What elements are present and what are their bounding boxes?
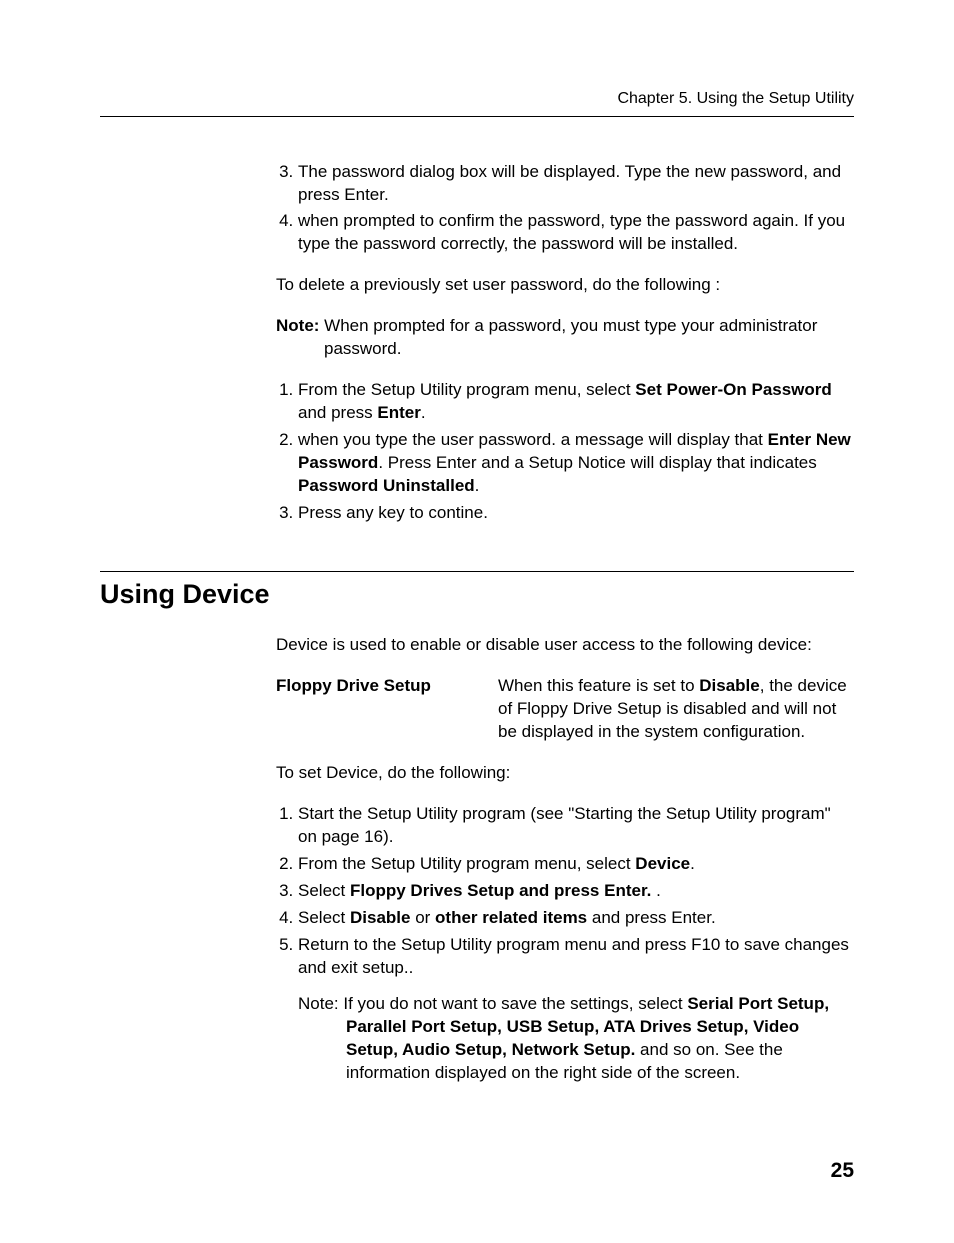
- text: .: [475, 476, 480, 495]
- list-item: The password dialog box will be displaye…: [298, 161, 854, 207]
- definition-row: Floppy Drive Setup When this feature is …: [276, 675, 854, 744]
- text: and press: [298, 403, 377, 422]
- delete-password-intro: To delete a previously set user password…: [276, 274, 854, 297]
- text: when you type the user password. a messa…: [298, 430, 768, 449]
- text: .: [690, 854, 695, 873]
- set-device-intro: To set Device, do the following:: [276, 762, 854, 785]
- text: From the Setup Utility program menu, sel…: [298, 380, 635, 399]
- bold-text: Disable: [699, 676, 759, 695]
- list-item: when you type the user password. a messa…: [298, 429, 854, 498]
- bold-text: Set Power-On Password: [635, 380, 832, 399]
- text: or: [410, 908, 435, 927]
- list-item: when prompted to confirm the password, t…: [298, 210, 854, 256]
- list-item: Press any key to contine.: [298, 502, 854, 525]
- bold-text: Floppy Drives Setup and press Enter.: [350, 881, 651, 900]
- text: .: [651, 881, 660, 900]
- definition-description: When this feature is set to Disable, the…: [498, 675, 854, 744]
- text: Select: [298, 908, 350, 927]
- definition-term: Floppy Drive Setup: [276, 675, 498, 698]
- page-number: 25: [831, 1157, 854, 1185]
- note-label: Note:: [298, 994, 339, 1013]
- bold-text: Enter: [377, 403, 420, 422]
- text: When this feature is set to: [498, 676, 699, 695]
- text: .: [421, 403, 426, 422]
- list-item: From the Setup Utility program menu, sel…: [298, 853, 854, 876]
- text: . Press Enter and a Setup Notice will di…: [378, 453, 816, 472]
- section-title: Using Device: [100, 576, 854, 612]
- note-text: When prompted for a password, you must t…: [319, 316, 817, 358]
- text: and press Enter.: [587, 908, 716, 927]
- note-block-inner: Note: If you do not want to save the set…: [298, 993, 854, 1085]
- list-item: Start the Setup Utility program (see "St…: [298, 803, 854, 849]
- running-head: Chapter 5. Using the Setup Utility: [100, 88, 854, 110]
- header-rule: [100, 116, 854, 117]
- bold-text: Disable: [350, 908, 410, 927]
- content-column-section: Device is used to enable or disable user…: [276, 634, 854, 1085]
- section-intro: Device is used to enable or disable user…: [276, 634, 854, 657]
- text: Select: [298, 881, 350, 900]
- bold-text: Password Uninstalled: [298, 476, 475, 495]
- text: If you do not want to save the settings,…: [339, 994, 688, 1013]
- section-rule: [100, 571, 854, 572]
- note-block: Note: When prompted for a password, you …: [276, 315, 854, 361]
- delete-password-list: From the Setup Utility program menu, sel…: [276, 379, 854, 525]
- list-item: From the Setup Utility program menu, sel…: [298, 379, 854, 425]
- text: From the Setup Utility program menu, sel…: [298, 854, 635, 873]
- bold-text: Device: [635, 854, 690, 873]
- note-label: Note:: [276, 316, 319, 335]
- set-device-list: Start the Setup Utility program (see "St…: [276, 803, 854, 1085]
- content-column-top: The password dialog box will be displaye…: [276, 161, 854, 525]
- bold-text: other related items: [435, 908, 587, 927]
- password-set-list-continued: The password dialog box will be displaye…: [276, 161, 854, 257]
- text: Return to the Setup Utility program menu…: [298, 935, 849, 977]
- list-item: Select Disable or other related items an…: [298, 907, 854, 930]
- list-item: Return to the Setup Utility program menu…: [298, 934, 854, 1086]
- list-item: Select Floppy Drives Setup and press Ent…: [298, 880, 854, 903]
- page: Chapter 5. Using the Setup Utility The p…: [0, 0, 954, 1243]
